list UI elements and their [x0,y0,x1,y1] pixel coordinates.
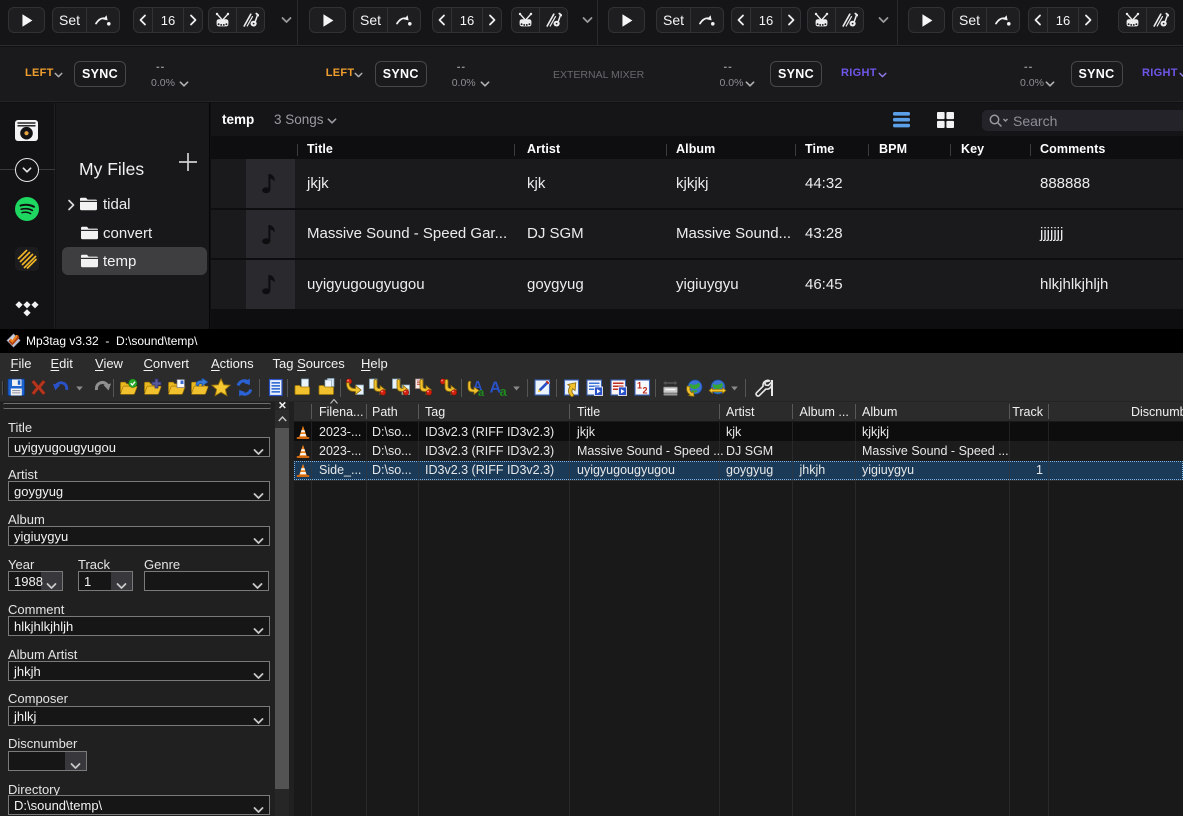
svg-text:a: a [500,384,508,397]
svg-text:2: 2 [643,386,648,396]
svg-text:a: a [478,387,485,397]
svg-text:1: 1 [637,381,642,391]
